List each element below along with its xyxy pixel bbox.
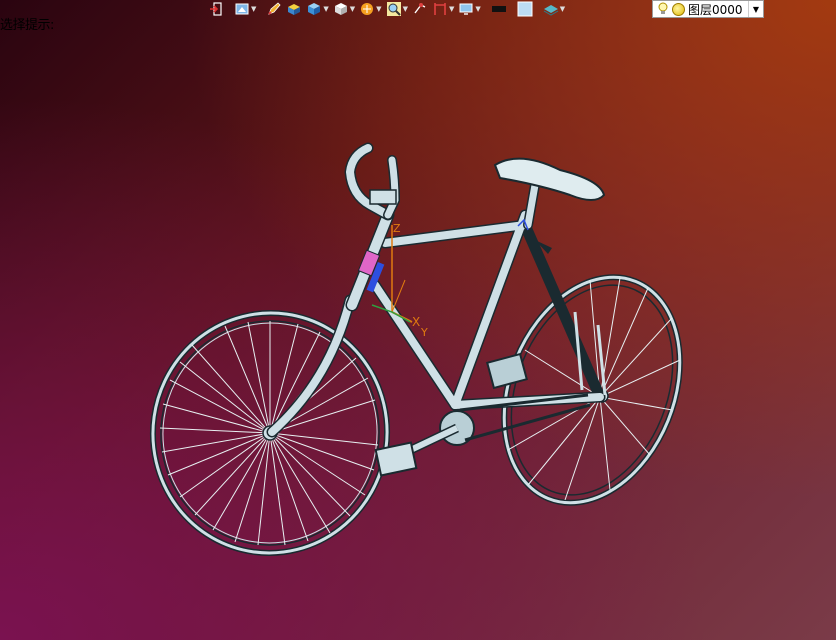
axis-z-label: Z [393,222,401,235]
axis-y-label: Y [420,326,428,339]
3d-viewport[interactable]: X Y Z [0,0,836,640]
handlebar [344,142,401,221]
axis-x-label: X [412,315,420,329]
saddle [493,157,606,201]
